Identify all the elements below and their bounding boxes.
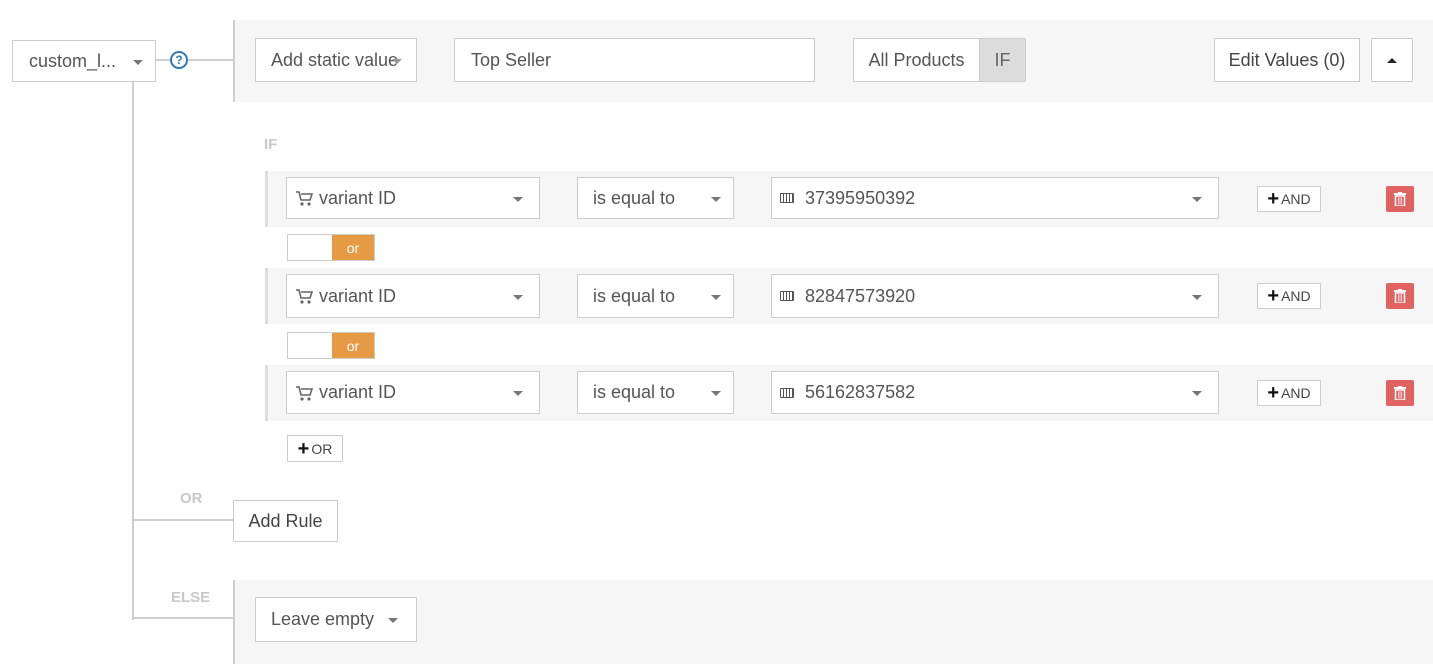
condition-operator-label: is equal to — [593, 382, 676, 402]
tree-line-help — [156, 59, 170, 61]
edit-values-button[interactable]: Edit Values (0) — [1214, 38, 1360, 82]
chevron-down-icon — [388, 618, 398, 623]
caret-up-icon — [1387, 57, 1397, 63]
chevron-down-icon — [513, 391, 523, 396]
or-connector-toggle[interactable]: or — [287, 234, 375, 261]
field-select-value: custom_l... — [29, 50, 117, 71]
scope-if-label: IF — [994, 49, 1011, 70]
delete-condition-button[interactable] — [1386, 186, 1414, 212]
condition-value-text: 37395950392 — [805, 187, 916, 208]
add-rule-button[interactable]: Add Rule — [233, 500, 338, 542]
add-or-label: OR — [311, 440, 333, 457]
condition-operator-label: is equal to — [593, 187, 676, 208]
condition-value-input[interactable]: 56162837582 — [771, 371, 1219, 414]
condition-field-select[interactable]: variant ID — [286, 177, 540, 219]
condition-value-input[interactable]: 37395950392 — [771, 177, 1219, 219]
keyboard-icon — [780, 387, 794, 398]
plus-icon: + — [1267, 188, 1280, 210]
or-connector-label: or — [332, 333, 374, 358]
condition-field-select[interactable]: variant ID — [286, 274, 540, 318]
edit-values-label: Edit Values (0) — [1228, 49, 1346, 70]
or-connector-toggle[interactable]: or — [287, 332, 375, 359]
chevron-down-icon — [513, 295, 523, 300]
add-and-label: AND — [1281, 385, 1311, 401]
chevron-down-icon — [711, 295, 721, 300]
or-label: OR — [180, 490, 203, 507]
tree-line-or — [133, 519, 234, 521]
condition-field-label: variant ID — [319, 285, 397, 306]
static-value-input[interactable]: Top Seller — [454, 38, 815, 82]
else-select[interactable]: Leave empty — [255, 597, 417, 642]
cart-icon — [296, 385, 313, 401]
condition-value-text: 82847573920 — [805, 285, 916, 306]
tree-line-help-right — [188, 59, 234, 61]
condition-value-input[interactable]: 82847573920 — [771, 274, 1219, 318]
keyboard-icon — [780, 193, 794, 203]
condition-field-select[interactable]: variant ID — [286, 371, 540, 414]
condition-value-text: 56162837582 — [805, 382, 916, 402]
condition-field-label: variant ID — [319, 187, 397, 208]
add-and-label: AND — [1281, 191, 1311, 207]
tree-line-else — [133, 617, 234, 619]
tree-line-vertical — [132, 82, 134, 620]
collapse-button[interactable] — [1371, 38, 1413, 82]
condition-field-label: variant ID — [319, 382, 397, 402]
condition-operator-select[interactable]: is equal to — [577, 274, 734, 318]
plus-icon: + — [297, 437, 310, 460]
add-or-button[interactable]: + OR — [287, 435, 343, 462]
scope-all-products-label: All Products — [868, 49, 965, 70]
chevron-down-icon — [711, 391, 721, 396]
static-value-text: Top Seller — [471, 49, 552, 70]
chevron-down-icon — [133, 60, 143, 65]
condition-operator-label: is equal to — [593, 285, 676, 306]
cart-icon — [296, 289, 313, 304]
value-source-select[interactable]: Add static value — [255, 38, 417, 82]
chevron-down-icon — [392, 59, 402, 64]
scope-toggle: All Products IF — [853, 38, 1026, 82]
trash-icon — [1394, 386, 1406, 400]
trash-icon — [1394, 289, 1406, 303]
keyboard-icon — [780, 291, 794, 301]
add-and-button[interactable]: + AND — [1257, 380, 1321, 406]
add-and-button[interactable]: + AND — [1257, 283, 1321, 309]
chevron-down-icon — [513, 197, 523, 202]
add-rule-label: Add Rule — [248, 510, 323, 531]
delete-condition-button[interactable] — [1386, 283, 1414, 309]
plus-icon: + — [1267, 382, 1280, 404]
trash-icon — [1394, 192, 1406, 206]
question-circle-icon[interactable]: ? — [170, 51, 188, 69]
field-select[interactable]: custom_l... — [12, 40, 156, 82]
scope-if-button[interactable]: IF — [979, 39, 1025, 81]
condition-operator-select[interactable]: is equal to — [577, 371, 734, 414]
add-and-button[interactable]: + AND — [1257, 186, 1321, 212]
chevron-down-icon — [1192, 391, 1202, 396]
chevron-down-icon — [1192, 197, 1202, 202]
chevron-down-icon — [1192, 295, 1202, 300]
plus-icon: + — [1267, 285, 1280, 307]
chevron-down-icon — [711, 197, 721, 202]
add-and-label: AND — [1281, 288, 1311, 304]
condition-operator-select[interactable]: is equal to — [577, 177, 734, 219]
delete-condition-button[interactable] — [1386, 380, 1414, 406]
cart-icon — [296, 191, 313, 206]
value-source-label: Add static value — [271, 49, 399, 70]
else-select-label: Leave empty — [271, 609, 375, 629]
scope-all-products-button[interactable]: All Products — [854, 39, 979, 81]
if-label: IF — [264, 136, 278, 153]
or-connector-label: or — [332, 235, 374, 260]
else-label: ELSE — [171, 589, 211, 606]
